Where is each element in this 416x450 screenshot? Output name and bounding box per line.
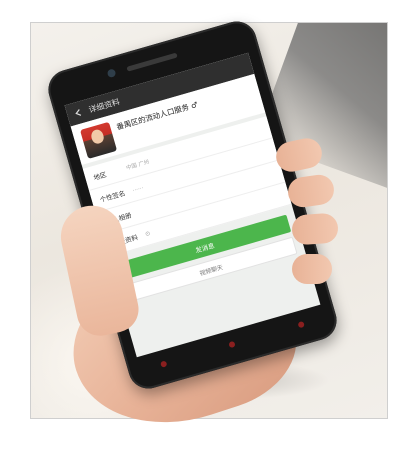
front-camera-icon <box>106 68 117 79</box>
back-arrow-icon[interactable] <box>72 107 84 119</box>
region-label: 地区 <box>92 170 108 183</box>
earpiece-speaker <box>126 52 178 72</box>
home-key-icon[interactable] <box>228 340 237 349</box>
finger <box>292 254 332 284</box>
signature-value: …… <box>131 184 144 193</box>
avatar[interactable] <box>79 121 118 159</box>
back-key-icon[interactable] <box>297 320 306 329</box>
signature-label: 个性签名 <box>99 189 127 205</box>
region-value: 中国 广州 <box>125 159 151 172</box>
finger <box>291 212 339 246</box>
social-icon: ⊙ <box>144 229 152 238</box>
menu-key-icon[interactable] <box>159 360 168 368</box>
